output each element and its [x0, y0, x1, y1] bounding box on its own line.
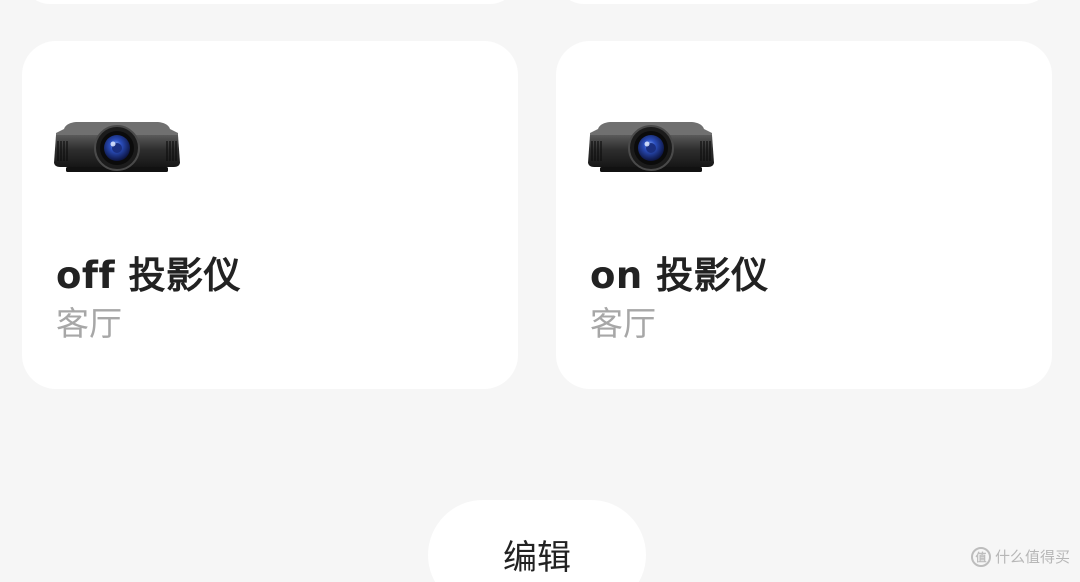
- device-name: off 投影仪: [56, 254, 241, 297]
- device-list-page: off 投影仪 客厅 on 投影仪 客厅 编辑 值 什么值得买: [0, 0, 1080, 582]
- projector-icon: [54, 122, 180, 172]
- device-card-partial[interactable]: [556, 0, 1052, 4]
- device-card-partial[interactable]: [22, 0, 518, 4]
- edit-button-label: 编辑: [503, 538, 571, 578]
- device-room: 客厅: [590, 304, 656, 343]
- watermark-logo-icon: 值: [970, 546, 991, 567]
- device-card-projector-on[interactable]: on 投影仪 客厅: [556, 41, 1052, 389]
- device-name: on 投影仪: [590, 254, 769, 297]
- device-card-projector-off[interactable]: off 投影仪 客厅: [22, 41, 518, 389]
- edit-button[interactable]: 编辑: [428, 500, 646, 582]
- projector-icon: [588, 122, 714, 172]
- device-room: 客厅: [56, 304, 122, 343]
- watermark: 值 什么值得买: [970, 546, 1070, 567]
- watermark-text: 什么值得买: [994, 548, 1070, 566]
